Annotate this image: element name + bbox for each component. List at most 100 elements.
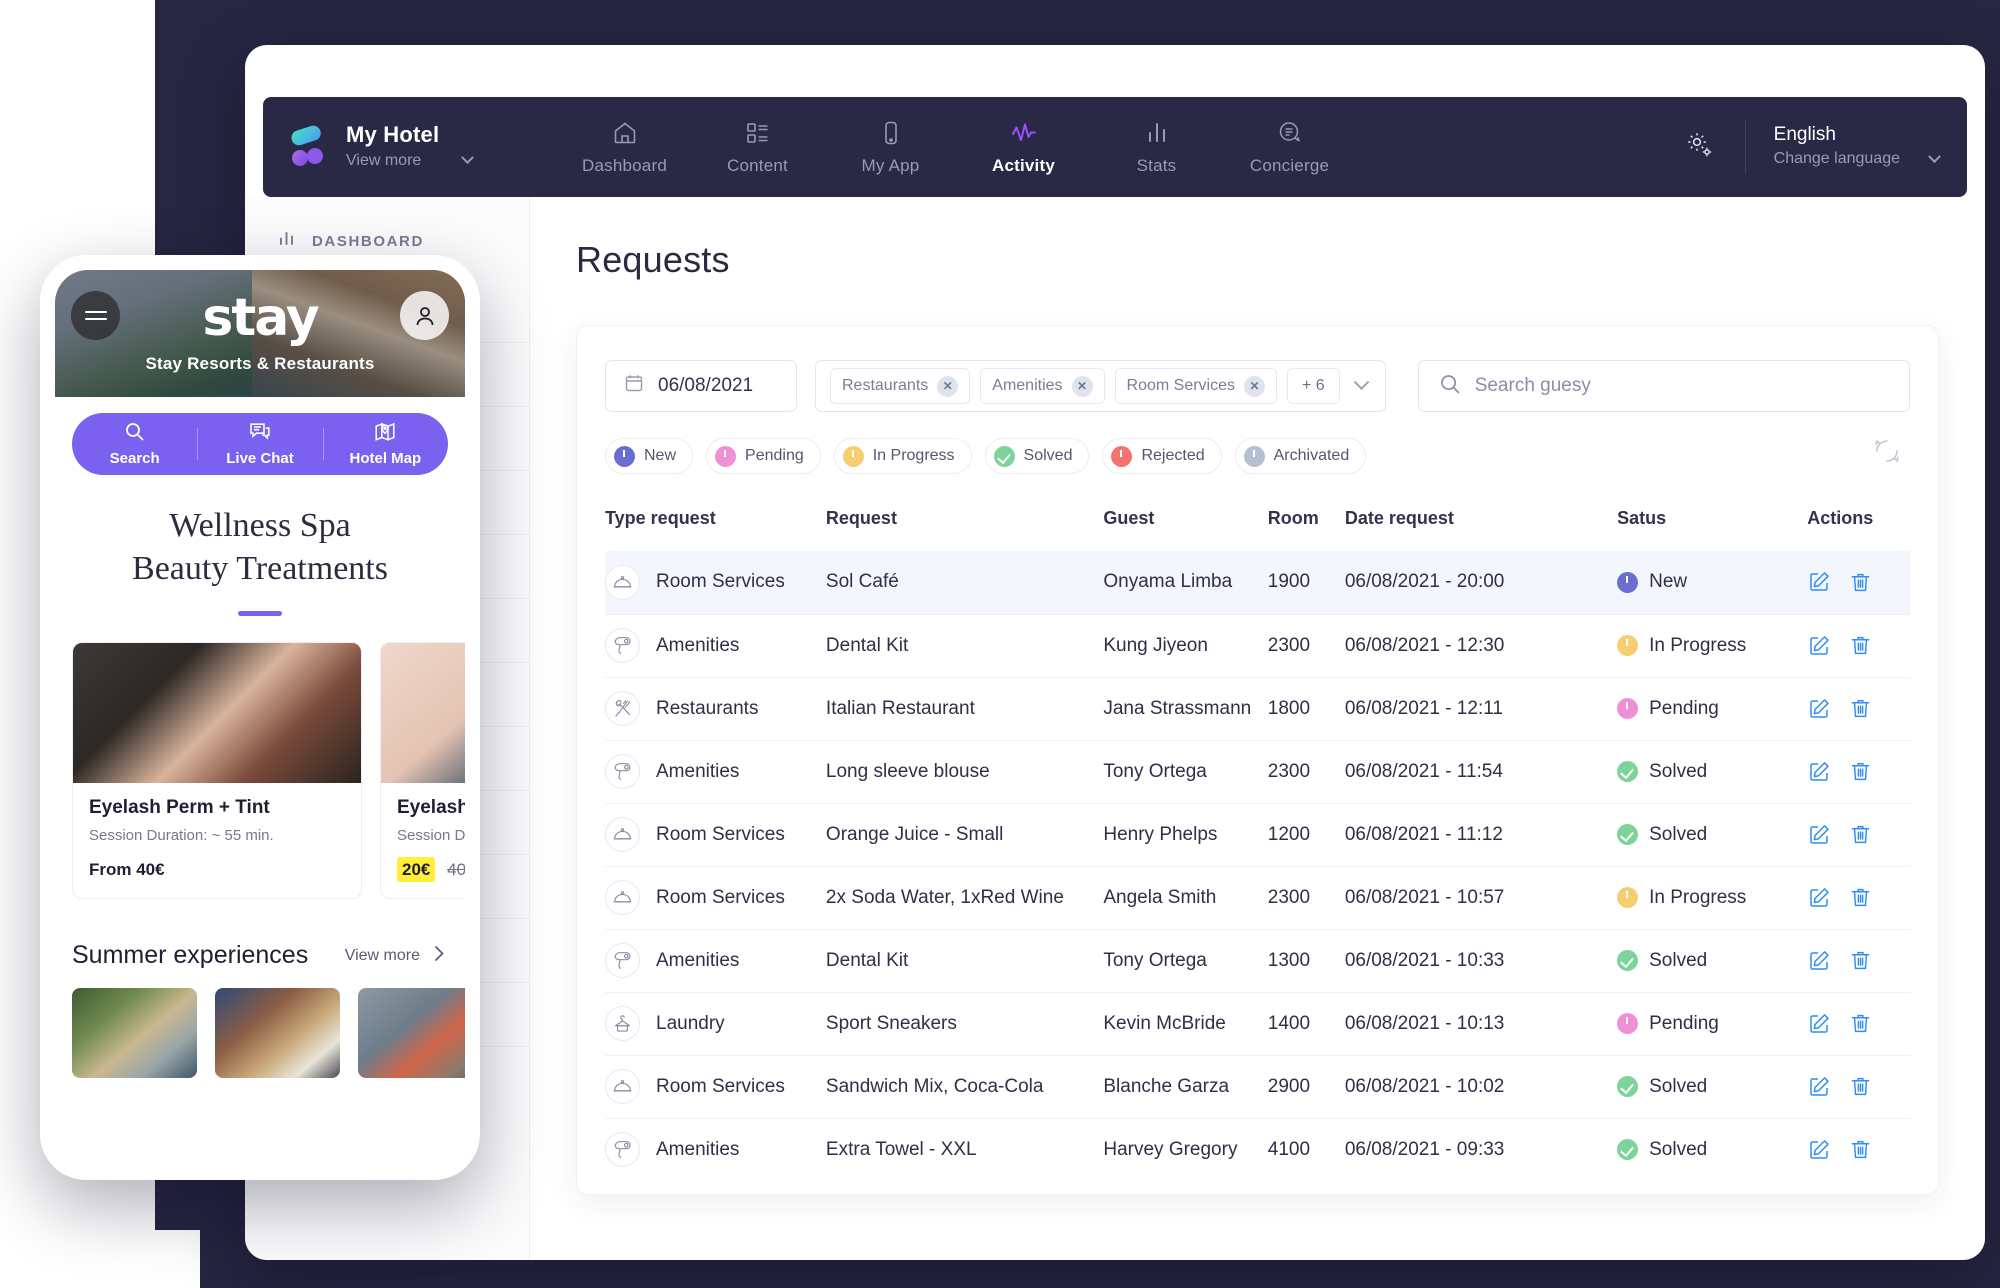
delete-icon[interactable]: [1849, 571, 1872, 594]
chip-label: Restaurants: [842, 377, 928, 395]
edit-icon[interactable]: [1807, 570, 1831, 594]
cell-actions: [1807, 677, 1910, 740]
bar-chart-icon: [277, 229, 296, 253]
delete-icon[interactable]: [1849, 823, 1872, 846]
status-filter-in-progress[interactable]: In Progress: [834, 438, 972, 474]
edit-icon[interactable]: [1807, 1075, 1831, 1099]
phone-thumb[interactable]: [358, 988, 465, 1078]
table-row[interactable]: Amenities Extra Towel - XXL Harvey Grego…: [605, 1118, 1910, 1181]
edit-icon[interactable]: [1807, 1138, 1831, 1162]
close-icon[interactable]: ✕: [1072, 376, 1093, 397]
filter-chip-amenities[interactable]: Amenities ✕: [980, 368, 1104, 404]
chevron-down-icon[interactable]: [1353, 374, 1369, 390]
nav-item-content[interactable]: Content: [691, 118, 824, 176]
nav-item-stats[interactable]: Stats: [1090, 118, 1223, 176]
nav-item-my-app[interactable]: My App: [824, 118, 957, 176]
edit-icon[interactable]: [1807, 823, 1831, 847]
delete-icon[interactable]: [1849, 697, 1872, 720]
clock-icon: [843, 446, 864, 467]
table-row[interactable]: Amenities Long sleeve blouse Tony Ortega…: [605, 740, 1910, 803]
cell-status: Pending: [1617, 992, 1807, 1055]
nav-item-concierge[interactable]: Concierge: [1223, 118, 1356, 176]
delete-icon[interactable]: [1849, 886, 1872, 909]
edit-icon[interactable]: [1807, 886, 1831, 910]
chat-bubble-icon: [1277, 118, 1303, 148]
calendar-icon: [624, 373, 644, 399]
status-filter-rejected[interactable]: Rejected: [1102, 438, 1221, 474]
status-filter-archivated[interactable]: Archivated: [1235, 438, 1367, 474]
table-row[interactable]: Amenities Dental Kit Kung Jiyeon 2300 06…: [605, 614, 1910, 677]
phone-action-hotel-map[interactable]: Hotel Map: [323, 421, 448, 467]
delete-icon[interactable]: [1849, 949, 1872, 972]
brand-subtitle-row[interactable]: View more: [346, 149, 472, 173]
nav-item-dashboard[interactable]: Dashboard: [558, 118, 691, 176]
home-icon: [612, 118, 638, 148]
brand-block[interactable]: My Hotel View more: [263, 121, 558, 173]
table-row[interactable]: Room Services Sandwich Mix, Coca-Cola Bl…: [605, 1055, 1910, 1118]
status-filter-solved[interactable]: Solved: [985, 438, 1090, 474]
content-area: Requests 06/08/2021 Restaurants ✕: [530, 197, 1985, 1260]
filter-chip-room-services[interactable]: Room Services ✕: [1115, 368, 1277, 404]
status-filter-pending[interactable]: Pending: [706, 438, 821, 474]
close-icon[interactable]: ✕: [1244, 376, 1265, 397]
cutlery-icon: [605, 691, 640, 726]
nav-item-activity[interactable]: Activity: [957, 118, 1090, 176]
filter-chip-restaurants[interactable]: Restaurants ✕: [830, 368, 970, 404]
status-filter-new[interactable]: New: [605, 438, 693, 474]
table-row[interactable]: Room Services Orange Juice - Small Henry…: [605, 803, 1910, 866]
status-badge-label: Solved: [1649, 824, 1707, 846]
language-sub-label: Change language: [1774, 148, 1900, 170]
edit-icon[interactable]: [1807, 760, 1831, 784]
edit-icon[interactable]: [1807, 634, 1831, 658]
language-selector[interactable]: English Change language: [1746, 123, 1939, 170]
settings-button[interactable]: [1655, 130, 1745, 165]
filter-chip-overflow[interactable]: + 6: [1287, 368, 1340, 404]
phone-view-more-button[interactable]: View more: [345, 945, 445, 967]
edit-icon[interactable]: [1807, 697, 1831, 721]
requests-panel: 06/08/2021 Restaurants ✕ Amenities ✕ Roo…: [576, 325, 1939, 1195]
phone-action-search[interactable]: Search: [72, 421, 197, 467]
cell-room: 1900: [1268, 551, 1345, 614]
date-filter[interactable]: 06/08/2021: [605, 360, 797, 412]
cell-actions: [1807, 1055, 1910, 1118]
cell-date: 06/08/2021 - 10:02: [1345, 1055, 1617, 1118]
search-guest-field[interactable]: Search guesy: [1418, 360, 1910, 412]
phone-heading-line2: Beauty Treatments: [55, 548, 465, 591]
table-row[interactable]: Room Services Sol Café Onyama Limba 1900…: [605, 551, 1910, 614]
delete-icon[interactable]: [1849, 1075, 1872, 1098]
delete-icon[interactable]: [1849, 1012, 1872, 1035]
sidebar-section-dashboard[interactable]: DASHBOARD: [245, 197, 529, 253]
phone-card[interactable]: Eyelash Perm + Tint Session Duration: ~ …: [72, 642, 362, 899]
edit-icon[interactable]: [1807, 1012, 1831, 1036]
delete-icon[interactable]: [1849, 760, 1872, 783]
check-icon: [1617, 1139, 1638, 1160]
hairdryer-icon: [605, 1132, 640, 1167]
phone-treatment-cards: Eyelash Perm + Tint Session Duration: ~ …: [72, 642, 465, 899]
chip-label: Amenities: [992, 377, 1062, 395]
cell-status: Solved: [1617, 1055, 1807, 1118]
activity-pulse-icon: [1010, 118, 1038, 148]
clock-icon: [715, 446, 736, 467]
phone-thumb[interactable]: [72, 988, 197, 1078]
table-row[interactable]: Laundry Sport Sneakers Kevin McBride 140…: [605, 992, 1910, 1055]
edit-icon[interactable]: [1807, 949, 1831, 973]
page-title: Requests: [576, 239, 1939, 281]
cell-guest: Jana Strassmann: [1103, 677, 1267, 740]
gear-icon: [1685, 130, 1715, 165]
overflow-label: + 6: [1302, 377, 1325, 395]
phone-thumb[interactable]: [215, 988, 340, 1078]
delete-icon[interactable]: [1849, 634, 1872, 657]
phone-card[interactable]: Eyelash ext Session Durat 20€ 40€: [380, 642, 465, 899]
delete-icon[interactable]: [1849, 1138, 1872, 1161]
close-icon[interactable]: ✕: [937, 376, 958, 397]
table-row[interactable]: Room Services 2x Soda Water, 1xRed Wine …: [605, 866, 1910, 929]
table-row[interactable]: Restaurants Italian Restaurant Jana Stra…: [605, 677, 1910, 740]
table-row[interactable]: Amenities Dental Kit Tony Ortega 1300 06…: [605, 929, 1910, 992]
refresh-button[interactable]: [1866, 432, 1908, 474]
cell-guest: Tony Ortega: [1103, 929, 1267, 992]
brand-subtitle: View more: [346, 149, 421, 173]
phone-action-live-chat[interactable]: Live Chat: [197, 421, 322, 467]
phone-card-title: Eyelash Perm + Tint: [89, 797, 345, 819]
cell-type: Laundry: [605, 992, 826, 1055]
status-filter-label: New: [644, 447, 676, 465]
